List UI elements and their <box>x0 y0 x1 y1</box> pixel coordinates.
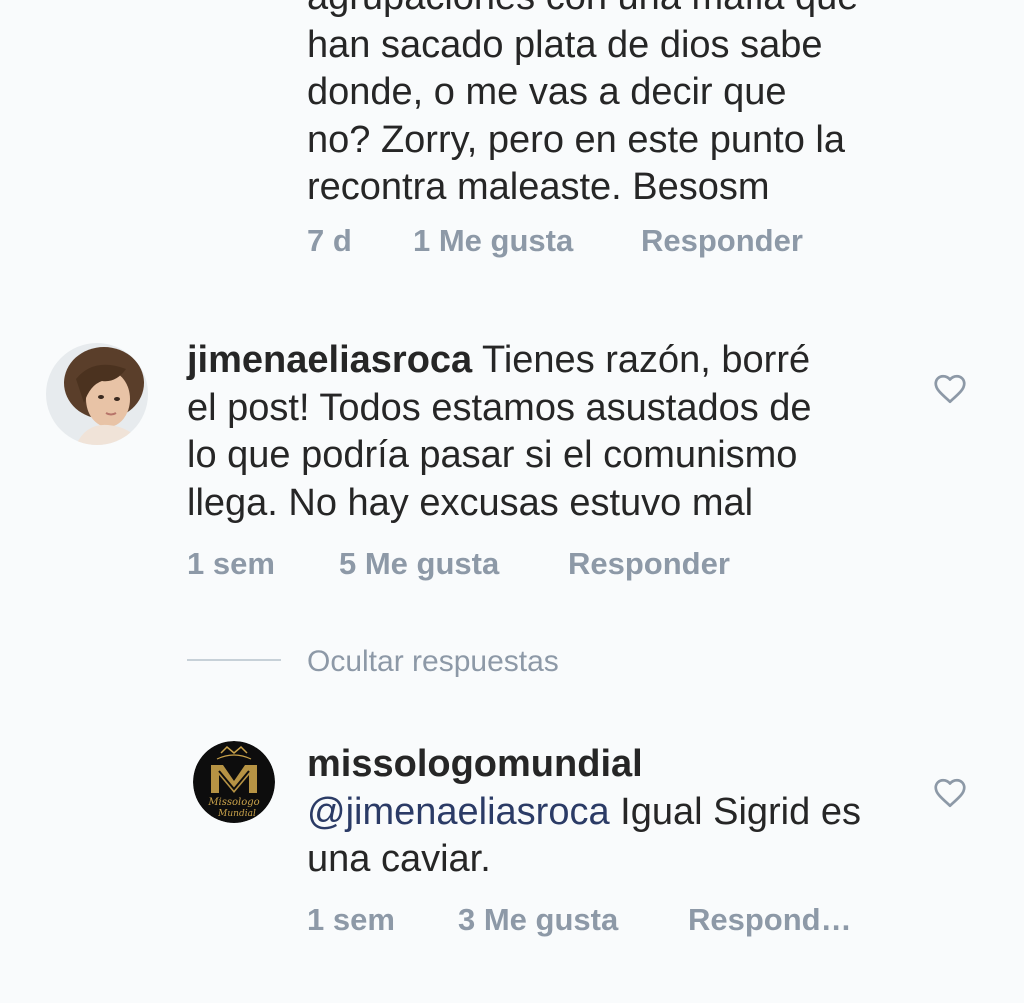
comment-3-username[interactable]: missologomundial <box>307 741 861 789</box>
comment-2: jimenaeliasroca Tienes razón, borré el p… <box>187 337 812 527</box>
replies-divider <box>187 659 281 661</box>
logo-text-2: Mundial <box>217 809 256 819</box>
comment-3-time: 1 sem <box>307 902 395 937</box>
comment-3-like-button[interactable] <box>932 775 968 816</box>
comment-1-reply-button[interactable]: Responder <box>641 221 803 261</box>
comment-3: missologomundial @jimenaeliasroca Igual … <box>307 741 861 884</box>
comment-1-meta: 7 d 1 Me gusta Responder <box>307 221 907 261</box>
logo-text-1: Missologo <box>207 797 259 808</box>
comment-3-first-line: @jimenaeliasroca Igual Sigrid es <box>307 789 861 837</box>
comment-2-line: el post! Todos estamos asustados de <box>187 386 812 429</box>
comment-2-meta: 1 sem 5 Me gusta Responder <box>187 544 887 584</box>
user-photo-avatar-icon <box>46 343 148 445</box>
comment-2-first-line: jimenaeliasroca Tienes razón, borré <box>187 337 812 385</box>
avatar[interactable] <box>46 343 148 445</box>
comment-3-line: una caviar. <box>307 838 491 880</box>
comment-2-reply-button[interactable]: Responder <box>568 544 730 584</box>
hide-replies-button[interactable]: Ocultar respuestas <box>307 642 559 682</box>
comment-3-meta: 1 sem 3 Me gusta Respond… <box>307 900 907 940</box>
heart-outline-icon <box>934 778 966 808</box>
comment-1-line: han sacado plata de dios sabe <box>307 23 823 66</box>
comment-2-line: lo que podría pasar si el comunismo <box>187 434 798 476</box>
comment-1-time: 7 d <box>307 223 352 258</box>
comment-1-line: recontra maleaste. Besosm <box>307 166 770 208</box>
heart-outline-icon <box>934 374 966 404</box>
comment-1: agrupaciones con una mafia que han sacad… <box>307 0 858 212</box>
comment-3-mention-link[interactable]: @jimenaeliasroca <box>307 791 610 833</box>
comment-2-like-button[interactable] <box>932 371 968 412</box>
comment-1-line: donde, o me vas a decir que <box>307 71 787 113</box>
comment-2-username[interactable]: jimenaeliasroca <box>187 339 472 381</box>
comment-2-text: Tienes razón, borré <box>472 339 811 381</box>
comment-3-likes-button[interactable]: 3 Me gusta <box>458 900 618 940</box>
comment-3-text: Igual Sigrid es <box>609 790 861 833</box>
comment-1-line: agrupaciones con una mafia que <box>307 0 858 22</box>
comment-2-time: 1 sem <box>187 546 275 581</box>
comment-1-line: no? Zorry, pero en este punto la <box>307 118 845 161</box>
avatar[interactable]: Missologo Mundial <box>193 741 275 823</box>
comment-1-likes-button[interactable]: 1 Me gusta <box>413 221 573 261</box>
missologo-logo-icon: Missologo Mundial <box>193 741 275 823</box>
comment-2-line: llega. No hay excusas estuvo mal <box>187 481 754 524</box>
comment-3-reply-button[interactable]: Respond… <box>688 900 852 940</box>
comment-2-likes-button[interactable]: 5 Me gusta <box>339 544 499 584</box>
